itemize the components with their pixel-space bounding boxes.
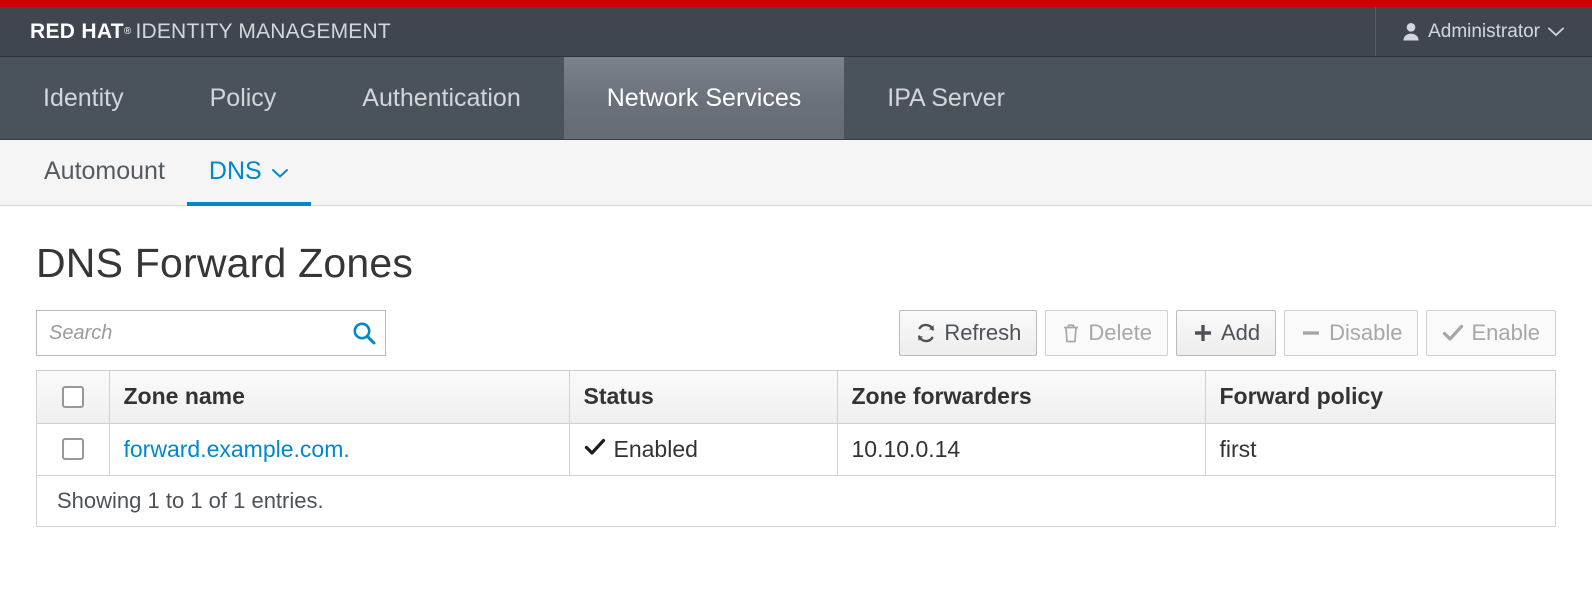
brand-product-text: IDENTITY MANAGEMENT <box>135 20 390 44</box>
cell-zone-forwarders: 10.10.0.14 <box>837 423 1205 475</box>
row-checkbox[interactable] <box>62 438 84 460</box>
row-select-cell <box>37 423 109 475</box>
primary-navigation: Identity Policy Authentication Network S… <box>0 57 1592 140</box>
table-row[interactable]: forward.example.com. Enabled 10.10.0.14 <box>37 423 1555 475</box>
ipa-web-ui: RED HAT®IDENTITY MANAGEMENT Administrato… <box>0 0 1592 590</box>
cell-forward-policy: first <box>1205 423 1555 475</box>
search-box[interactable] <box>36 310 386 356</box>
user-menu[interactable]: Administrator <box>1375 7 1592 56</box>
select-all-checkbox[interactable] <box>62 386 84 408</box>
check-icon <box>1442 323 1464 343</box>
nav-item-identity-label: Identity <box>43 84 124 113</box>
search-icon[interactable] <box>351 320 377 346</box>
delete-button-label: Delete <box>1088 320 1152 346</box>
disable-button-label: Disable <box>1329 320 1402 346</box>
enable-button[interactable]: Enable <box>1426 310 1556 356</box>
chevron-down-icon <box>1548 27 1564 37</box>
plus-icon <box>1192 322 1214 344</box>
table-header: Zone name Status Zone forwarders Forward… <box>37 371 1555 423</box>
cell-status: Enabled <box>569 423 837 475</box>
nav-item-network-services-label: Network Services <box>607 84 802 113</box>
subnav-item-automount-label: Automount <box>44 157 165 186</box>
zones-table-container: Zone name Status Zone forwarders Forward… <box>36 370 1556 527</box>
disable-button[interactable]: Disable <box>1284 310 1418 356</box>
subnav-item-dns[interactable]: DNS <box>187 140 311 206</box>
minus-icon <box>1300 322 1322 344</box>
secondary-navigation: Automount DNS <box>0 140 1592 206</box>
refresh-button[interactable]: Refresh <box>899 310 1037 356</box>
refresh-icon <box>915 322 937 344</box>
trash-icon <box>1061 322 1081 344</box>
status-label: Enabled <box>614 436 698 463</box>
brand-red-hat-text: RED HAT <box>30 20 124 44</box>
nav-item-identity[interactable]: Identity <box>0 57 167 139</box>
brand-accent-stripe <box>0 0 1592 7</box>
subnav-item-dns-label: DNS <box>209 157 262 186</box>
action-button-group: Refresh Delete A <box>899 310 1556 356</box>
column-header-zone-name[interactable]: Zone name <box>109 371 569 423</box>
user-menu-label: Administrator <box>1428 21 1540 43</box>
toolbar: Refresh Delete A <box>36 310 1556 356</box>
delete-button[interactable]: Delete <box>1045 310 1168 356</box>
subnav-item-automount[interactable]: Automount <box>22 140 187 206</box>
cell-zone-name: forward.example.com. <box>109 423 569 475</box>
check-icon <box>584 436 606 463</box>
table-footer-summary: Showing 1 to 1 of 1 entries. <box>37 475 1555 526</box>
masthead: RED HAT®IDENTITY MANAGEMENT Administrato… <box>0 7 1592 57</box>
column-header-zone-forwarders[interactable]: Zone forwarders <box>837 371 1205 423</box>
nav-item-ipa-server-label: IPA Server <box>887 84 1005 113</box>
brand-logo[interactable]: RED HAT®IDENTITY MANAGEMENT <box>0 7 391 56</box>
chevron-down-icon <box>271 157 289 186</box>
zone-name-link[interactable]: forward.example.com. <box>124 436 350 462</box>
nav-item-authentication[interactable]: Authentication <box>319 57 563 139</box>
nav-item-ipa-server[interactable]: IPA Server <box>844 57 1048 139</box>
enable-button-label: Enable <box>1471 320 1540 346</box>
search-input[interactable] <box>37 311 385 355</box>
table-header-row: Zone name Status Zone forwarders Forward… <box>37 371 1555 423</box>
zones-table: Zone name Status Zone forwarders Forward… <box>37 371 1555 475</box>
select-all-header <box>37 371 109 423</box>
brand-trademark: ® <box>124 26 132 37</box>
user-icon <box>1402 22 1420 41</box>
nav-item-policy-label: Policy <box>210 84 277 113</box>
refresh-button-label: Refresh <box>944 320 1021 346</box>
add-button[interactable]: Add <box>1176 310 1276 356</box>
table-body: forward.example.com. Enabled 10.10.0.14 <box>37 423 1555 475</box>
column-header-forward-policy[interactable]: Forward policy <box>1205 371 1555 423</box>
page-title: DNS Forward Zones <box>36 240 1556 287</box>
nav-item-authentication-label: Authentication <box>362 84 520 113</box>
nav-item-network-services[interactable]: Network Services <box>564 57 845 139</box>
column-header-status[interactable]: Status <box>569 371 837 423</box>
nav-item-policy[interactable]: Policy <box>167 57 320 139</box>
main-content: DNS Forward Zones <box>0 240 1592 527</box>
add-button-label: Add <box>1221 320 1260 346</box>
